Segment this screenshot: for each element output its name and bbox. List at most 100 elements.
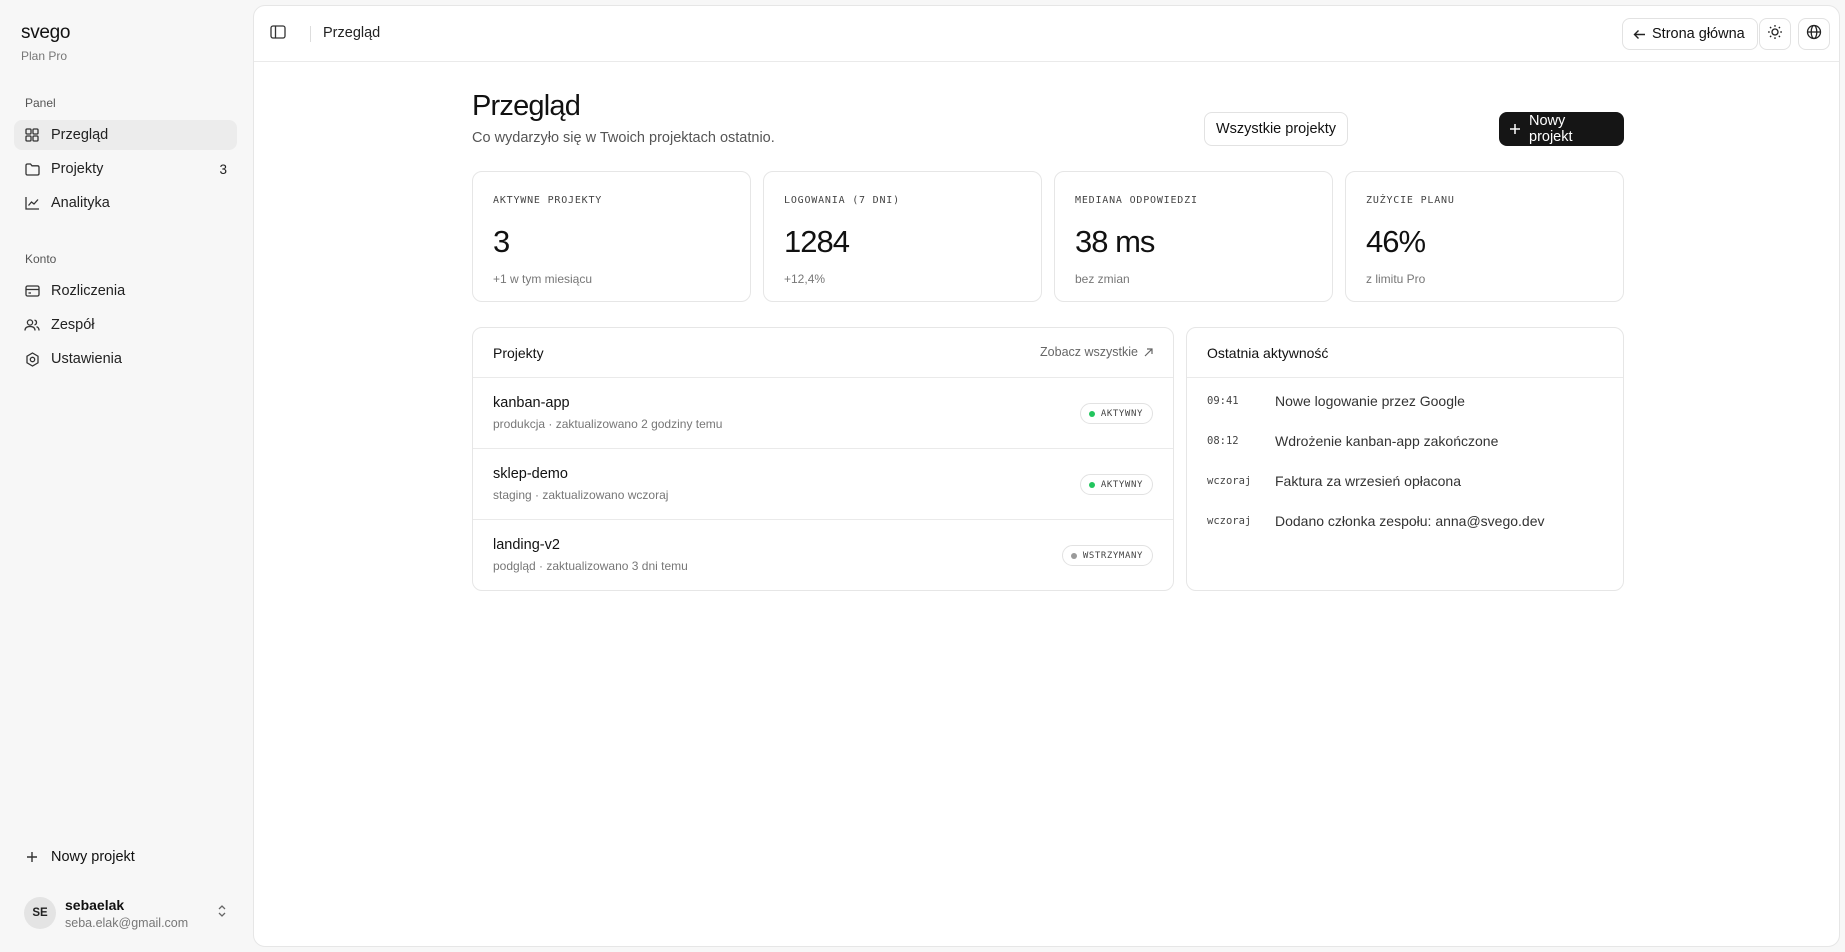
brand: svego Plan Pro <box>21 22 71 63</box>
plan-name: Plan Pro <box>21 49 68 63</box>
globe-icon <box>1806 24 1822 45</box>
chart-line-icon <box>24 195 40 211</box>
sidebar-group-panel: Panel <box>25 96 56 110</box>
status-dot <box>1070 552 1077 559</box>
stat-value: 1284 <box>784 224 850 259</box>
stat-note: +12,4% <box>784 272 826 286</box>
all-projects-button[interactable]: Wszystkie projekty <box>1204 112 1349 146</box>
activity-card: Ostatnia aktywność 09:41 Nowe logowanie … <box>1186 327 1624 591</box>
user-email: seba.elak@gmail.com <box>65 915 189 930</box>
activity-card-header: Ostatnia aktywność <box>1187 328 1623 378</box>
stat-card-logins: LOGOWANIA (7 DNI) 1284 +12,4% <box>763 171 1042 302</box>
topbar: Przegląd Strona główna <box>254 6 1839 62</box>
user-name: sebaelak <box>65 896 125 913</box>
sidebar: svego Plan Pro Panel Przegląd Projekty 3… <box>0 0 252 952</box>
sun-icon <box>1767 24 1783 45</box>
sidebar-item-analytics[interactable]: Analityka <box>14 188 237 218</box>
stat-value: 3 <box>493 224 510 259</box>
sidebar-item-label: Rozliczenia <box>51 283 126 299</box>
status-badge: WSTRZYMANY <box>1061 545 1153 566</box>
grid-icon <box>24 127 40 143</box>
project-meta: podgląd · zaktualizowano 3 dni temu <box>493 559 688 573</box>
stat-value: 38 ms <box>1075 224 1155 259</box>
stat-value: 46% <box>1366 224 1426 259</box>
sidebar-item-team[interactable]: Zespół <box>14 310 237 340</box>
arrow-left-icon <box>1633 29 1646 40</box>
stat-note: +1 w tym miesiącu <box>493 272 593 286</box>
see-all-projects-link[interactable]: Zobacz wszystkie <box>1040 345 1153 359</box>
project-row[interactable]: sklep-demo staging · zaktualizowano wczo… <box>473 449 1173 520</box>
activity-item: 09:41 Nowe logowanie przez Google <box>1207 391 1465 411</box>
user-menu[interactable]: SE sebaelak seba.elak@gmail.com <box>14 892 237 934</box>
sidebar-item-label: Projekty <box>51 161 104 177</box>
status-label: WSTRZYMANY <box>1082 550 1143 561</box>
stat-card-median-response: MEDIANA ODPOWIEDZI 38 ms bez zmian <box>1054 171 1333 302</box>
activity-item: 08:12 Wdrożenie kanban-app zakończone <box>1207 431 1498 451</box>
project-name: landing-v2 <box>493 537 560 553</box>
sidebar-item-label: Ustawienia <box>51 351 122 367</box>
project-name: sklep-demo <box>493 466 568 482</box>
project-meta: produkcja · zaktualizowano 2 godziny tem… <box>493 417 723 431</box>
activity-time: 09:41 <box>1207 395 1239 407</box>
home-button-label: Strona główna <box>1652 26 1745 42</box>
sidebar-toggle-button[interactable] <box>270 25 288 43</box>
stat-label: LOGOWANIA (7 DNI) <box>784 195 900 206</box>
app-name: svego <box>21 22 71 43</box>
arrow-up-right-icon <box>1144 347 1153 357</box>
folder-icon <box>24 161 40 177</box>
sidebar-item-overview[interactable]: Przegląd <box>14 120 237 150</box>
sidebar-new-project-label: Nowy projekt <box>51 849 135 865</box>
theme-toggle-button[interactable] <box>1759 18 1791 50</box>
projects-card: Projekty Zobacz wszystkie kanban-app pro… <box>472 327 1174 591</box>
status-dot <box>1088 410 1095 417</box>
activity-item: wczoraj Dodano członka zespołu: anna@sve… <box>1207 511 1545 531</box>
page-title: Przegląd <box>472 90 581 122</box>
activity-text: Dodano członka zespołu: anna@svego.dev <box>1275 513 1545 529</box>
sidebar-item-billing[interactable]: Rozliczenia <box>14 276 237 306</box>
activity-text: Faktura za wrzesień opłacona <box>1275 473 1461 489</box>
activity-item: wczoraj Faktura za wrzesień opłacona <box>1207 471 1461 491</box>
status-label: AKTYWNY <box>1100 479 1143 490</box>
project-row[interactable]: landing-v2 podgląd · zaktualizowano 3 dn… <box>473 520 1173 591</box>
chevrons-up-down-icon <box>217 904 227 923</box>
stat-card-active-projects: AKTYWNE PROJEKTY 3 +1 w tym miesiącu <box>472 171 751 302</box>
breadcrumb: Przegląd <box>323 25 381 41</box>
avatar: SE <box>24 897 56 929</box>
projects-card-title: Projekty <box>493 345 544 361</box>
page-subtitle: Co wydarzyło się w Twoich projektach ost… <box>472 130 775 146</box>
stat-label: ZUŻYCIE PLANU <box>1366 195 1455 206</box>
sidebar-group-account: Konto <box>25 252 57 266</box>
settings-icon <box>24 351 40 367</box>
project-meta: staging · zaktualizowano wczoraj <box>493 488 669 502</box>
stat-label: AKTYWNE PROJEKTY <box>493 195 603 206</box>
stat-note: bez zmian <box>1075 272 1130 286</box>
activity-card-title: Ostatnia aktywność <box>1207 345 1329 361</box>
activity-time: 08:12 <box>1207 435 1239 447</box>
sidebar-item-settings[interactable]: Ustawienia <box>14 344 237 374</box>
home-button[interactable]: Strona główna <box>1622 18 1758 50</box>
activity-text: Wdrożenie kanban-app zakończone <box>1275 433 1499 449</box>
topbar-divider <box>310 26 311 42</box>
project-row[interactable]: kanban-app produkcja · zaktualizowano 2 … <box>473 378 1173 449</box>
sidebar-item-label: Analityka <box>51 195 110 211</box>
sidebar-new-project-button[interactable]: Nowy projekt <box>14 842 237 872</box>
credit-card-icon <box>24 283 40 299</box>
sidebar-item-projects[interactable]: Projekty 3 <box>14 154 237 184</box>
projects-count-badge: 3 <box>219 161 227 177</box>
status-dot <box>1088 481 1095 488</box>
new-project-button[interactable]: Nowy projekt <box>1499 112 1624 146</box>
new-project-button-label: Nowy projekt <box>1529 113 1573 145</box>
status-badge: AKTYWNY <box>1079 474 1153 495</box>
sidebar-toggle-icon <box>270 25 286 39</box>
language-button[interactable] <box>1798 18 1830 50</box>
stat-card-plan-usage: ZUŻYCIE PLANU 46% z limitu Pro <box>1345 171 1624 302</box>
plus-icon <box>24 851 40 863</box>
status-label: AKTYWNY <box>1100 408 1143 419</box>
plus-icon <box>1509 123 1521 135</box>
stat-note: z limitu Pro <box>1366 272 1426 286</box>
activity-time: wczoraj <box>1207 515 1252 527</box>
sidebar-item-label: Przegląd <box>51 127 109 143</box>
sidebar-item-label: Zespół <box>51 317 95 333</box>
activity-time: wczoraj <box>1207 475 1252 487</box>
project-name: kanban-app <box>493 395 570 411</box>
